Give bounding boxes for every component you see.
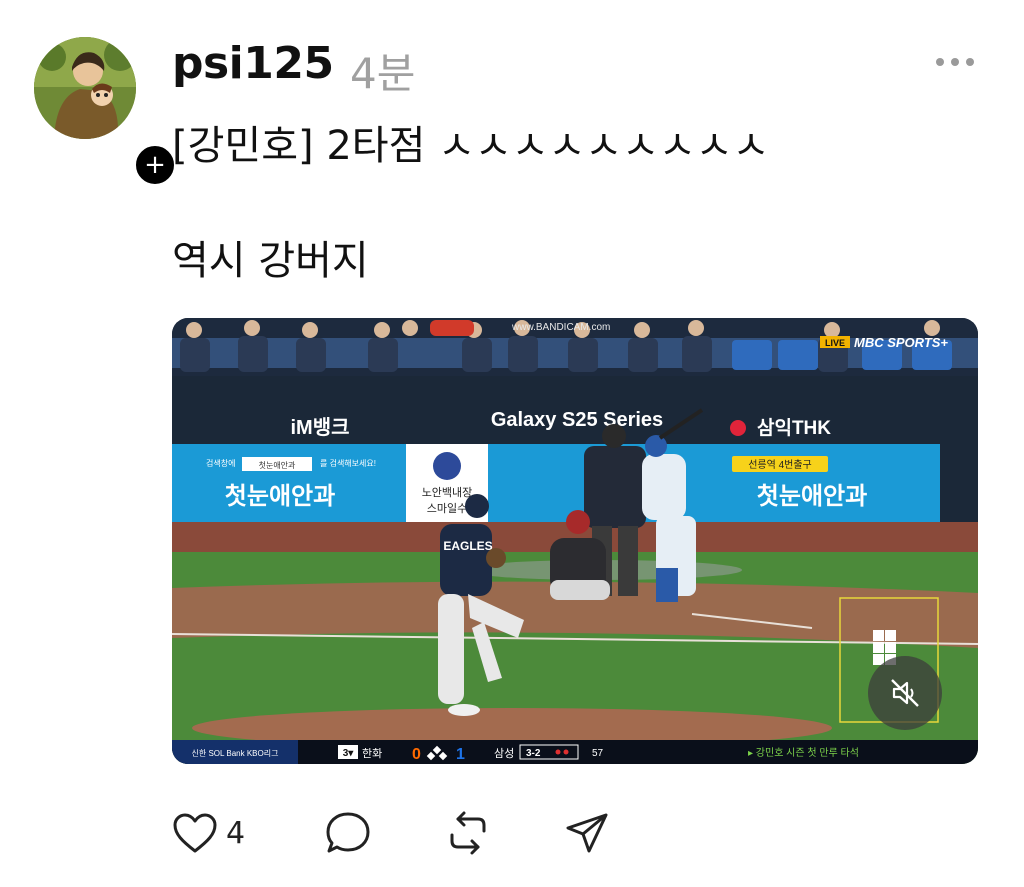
- video-player[interactable]: www.BANDICAM.com iM뱅크 Galaxy S25 Series …: [172, 318, 978, 764]
- clinic-ad-left: 첫눈애안과: [225, 483, 335, 510]
- clinic-search-box: 첫눈애안과: [259, 460, 296, 470]
- repost-icon: [450, 811, 486, 855]
- broadcaster-logo: MBC SPORTS+: [854, 335, 948, 350]
- clinic-tagline-left: 검색창에: [206, 458, 235, 468]
- clinic-tagline-right: 를 검색해보세요!: [320, 458, 376, 468]
- repost-button[interactable]: [444, 808, 492, 858]
- ball-strike-count: 3-2: [526, 748, 541, 759]
- post-actions-bar: 4: [172, 808, 672, 858]
- home-team: 삼성: [494, 747, 514, 760]
- away-score: 0: [412, 746, 421, 763]
- samik-ad: 삼익THK: [757, 417, 831, 439]
- clinic-station: 선릉역 4번출구: [748, 459, 812, 471]
- galaxy-ad: Galaxy S25 Series: [491, 409, 663, 431]
- clinic-ad-right: 첫눈애안과: [757, 483, 867, 510]
- send-icon: [566, 813, 608, 853]
- comment-bubble-icon: [326, 812, 370, 853]
- home-score: 1: [456, 746, 465, 763]
- center-panel-line2: 스마일수: [427, 501, 467, 515]
- center-panel-line1: 노안백내장: [422, 486, 473, 499]
- reply-button[interactable]: [324, 808, 372, 858]
- ticker-text: ▸ 강민호 시즌 첫 만루 타석: [748, 747, 859, 759]
- username[interactable]: psi125: [172, 38, 334, 89]
- like-button[interactable]: 4: [172, 808, 245, 858]
- mute-button[interactable]: [868, 656, 942, 730]
- league-label: 신한 SOL Bank KBO리그: [192, 749, 279, 758]
- avatar[interactable]: [34, 37, 136, 139]
- avatar-illustration: [34, 37, 136, 139]
- inning: 3▾: [343, 748, 355, 759]
- plus-icon: +: [144, 150, 166, 180]
- iM-bank-ad: iM뱅크: [290, 416, 349, 439]
- bandicam-watermark: www.BANDICAM.com: [511, 322, 610, 333]
- video-frame: www.BANDICAM.com iM뱅크 Galaxy S25 Series …: [172, 318, 978, 764]
- pitch-count: 57: [592, 748, 604, 759]
- like-count: 4: [226, 815, 246, 851]
- post-text-line-2: 역시 강버지: [172, 238, 369, 284]
- post-timestamp: 4분: [350, 49, 416, 98]
- pitcher-jersey-text: EAGLES: [443, 539, 492, 553]
- more-dots-icon: [936, 58, 944, 66]
- live-badge: LIVE: [825, 338, 845, 348]
- heart-icon: [173, 813, 217, 853]
- away-team: 한화: [362, 747, 382, 760]
- author-avatar-container[interactable]: +: [34, 37, 178, 188]
- speaker-muted-icon: [891, 679, 919, 707]
- more-options-button[interactable]: [928, 44, 982, 80]
- post-text-line-1: [강민호] 2타점 ㅅㅅㅅㅅㅅㅅㅅㅅㅅ: [172, 123, 770, 169]
- share-button[interactable]: [564, 808, 610, 858]
